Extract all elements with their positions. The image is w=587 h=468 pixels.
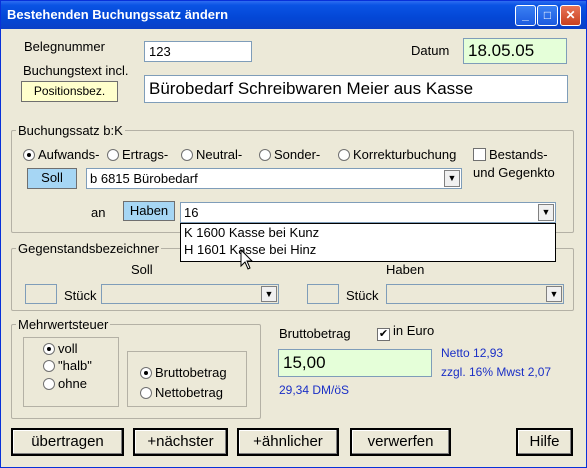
- haben-gegenstand-select[interactable]: ▼: [386, 284, 564, 304]
- minimize-icon[interactable]: _: [515, 5, 536, 26]
- radio-icon: [43, 378, 55, 390]
- datum-input[interactable]: 18.05.05: [463, 38, 567, 64]
- datum-label: Datum: [411, 43, 450, 58]
- haben-stueck-label: Stück: [346, 288, 379, 303]
- haben-stueck-input[interactable]: [307, 284, 339, 304]
- amount-type-label: Nettobetrag: [155, 385, 223, 400]
- gegenstand-soll-label: Soll: [131, 262, 153, 277]
- verwerfen-button[interactable]: verwerfen: [350, 428, 451, 456]
- in-euro-checkbox[interactable]: ✔ in Euro: [377, 323, 434, 341]
- haben-button[interactable]: Haben: [123, 201, 175, 221]
- an-label: an: [91, 205, 106, 220]
- mwst-amount-text: zzgl. 16% Mwst 2,07: [441, 365, 552, 379]
- radio-icon: [43, 343, 55, 355]
- type-radio-neutral[interactable]: Neutral-: [181, 147, 242, 162]
- haben-account-value: 16: [184, 205, 199, 220]
- type-label: Ertrags-: [122, 147, 169, 162]
- soll-account-select[interactable]: b 6815 Bürobedarf ▼: [86, 168, 462, 189]
- rate-radio-voll[interactable]: voll: [43, 341, 78, 356]
- maximize-icon[interactable]: □: [537, 5, 558, 26]
- rate-label: voll: [58, 341, 78, 356]
- radio-icon: [43, 360, 55, 372]
- dropdown-option[interactable]: H 1601 Kasse bei Hinz: [181, 241, 555, 258]
- checkbox-icon: [473, 148, 486, 161]
- chevron-down-icon[interactable]: ▼: [546, 286, 562, 302]
- type-label: Neutral-: [196, 147, 243, 162]
- dropdown-option[interactable]: K 1600 Kasse bei Kunz: [181, 224, 555, 241]
- type-radio-sonder[interactable]: Sonder-: [259, 147, 320, 162]
- amount-radio-netto[interactable]: Nettobetrag: [140, 385, 223, 400]
- soll-account-value: b 6815 Bürobedarf: [90, 171, 198, 186]
- radio-icon: [338, 149, 350, 161]
- soll-stueck-label: Stück: [64, 288, 97, 303]
- radio-icon: [23, 149, 35, 161]
- soll-button[interactable]: Soll: [27, 168, 77, 189]
- bestands-label: Bestands-: [489, 147, 548, 162]
- type-label: Aufwands-: [38, 147, 100, 162]
- radio-icon: [181, 149, 193, 161]
- bestands-checkbox[interactable]: Bestands-: [473, 147, 548, 162]
- uebertragen-button[interactable]: übertragen: [11, 428, 124, 456]
- chevron-down-icon[interactable]: ▼: [444, 170, 460, 187]
- gegenkto-label: und Gegenkto: [473, 165, 555, 180]
- type-radio-ertrag[interactable]: Ertrags-: [107, 147, 168, 162]
- checkmark-icon: ✔: [377, 328, 390, 341]
- bruttobetrag-label: Bruttobetrag: [279, 326, 351, 341]
- dm-conversion-text: 29,34 DM/öS: [279, 383, 350, 397]
- haben-account-select[interactable]: 16 ▼: [180, 202, 556, 223]
- mwst-legend: Mehrwertsteuer: [18, 317, 109, 332]
- radio-icon: [259, 149, 271, 161]
- rate-radio-halb[interactable]: "halb": [43, 358, 92, 373]
- aehnlicher-button[interactable]: +ähnlicher: [237, 428, 339, 456]
- soll-gegenstand-select[interactable]: ▼: [101, 284, 279, 304]
- naechster-button[interactable]: +nächster: [133, 428, 228, 456]
- rate-label: "halb": [58, 358, 92, 373]
- radio-icon: [140, 387, 152, 399]
- close-icon[interactable]: ✕: [560, 5, 581, 26]
- type-label: Korrekturbuchung: [353, 147, 457, 162]
- amount-type-label: Bruttobetrag: [155, 365, 227, 380]
- chevron-down-icon[interactable]: ▼: [261, 286, 277, 302]
- gegenstand-haben-label: Haben: [386, 262, 425, 277]
- buchungstext-input[interactable]: Bürobedarf Schreibwaren Meier aus Kasse: [144, 75, 568, 103]
- hilfe-button[interactable]: Hilfe: [516, 428, 573, 456]
- buchungstext-label: Buchungstext incl.: [23, 63, 129, 78]
- radio-icon: [140, 367, 152, 379]
- soll-stueck-input[interactable]: [25, 284, 57, 304]
- radio-icon: [107, 149, 119, 161]
- window-title: Bestehenden Buchungssatz ändern: [7, 7, 229, 22]
- dialog-window: Bestehenden Buchungssatz ändern _ □ ✕ Be…: [0, 0, 587, 468]
- mouse-cursor-icon: [240, 249, 254, 270]
- title-bar: Bestehenden Buchungssatz ändern _ □ ✕: [1, 1, 586, 29]
- belegnummer-label: Belegnummer: [24, 39, 105, 54]
- type-label: Sonder-: [274, 147, 321, 162]
- chevron-down-icon[interactable]: ▼: [538, 204, 554, 221]
- rate-radio-ohne[interactable]: ohne: [43, 376, 87, 391]
- rate-label: ohne: [58, 376, 87, 391]
- belegnummer-input[interactable]: 123: [144, 41, 252, 62]
- gegenstand-legend: Gegenstandsbezeichner: [18, 241, 159, 256]
- positionsbez-button[interactable]: Positionsbez.: [21, 81, 118, 102]
- in-euro-label: in Euro: [393, 323, 435, 338]
- haben-dropdown-list: K 1600 Kasse bei Kunz H 1601 Kasse bei H…: [180, 223, 556, 262]
- type-radio-aufwand[interactable]: Aufwands-: [23, 147, 99, 162]
- amount-radio-brutto[interactable]: Bruttobetrag: [140, 365, 227, 380]
- buchungssatz-legend: Buchungssatz b:K: [18, 123, 123, 138]
- type-radio-korrektur[interactable]: Korrekturbuchung: [338, 147, 456, 162]
- bruttobetrag-input[interactable]: 15,00: [278, 349, 432, 377]
- netto-text: Netto 12,93: [441, 346, 504, 360]
